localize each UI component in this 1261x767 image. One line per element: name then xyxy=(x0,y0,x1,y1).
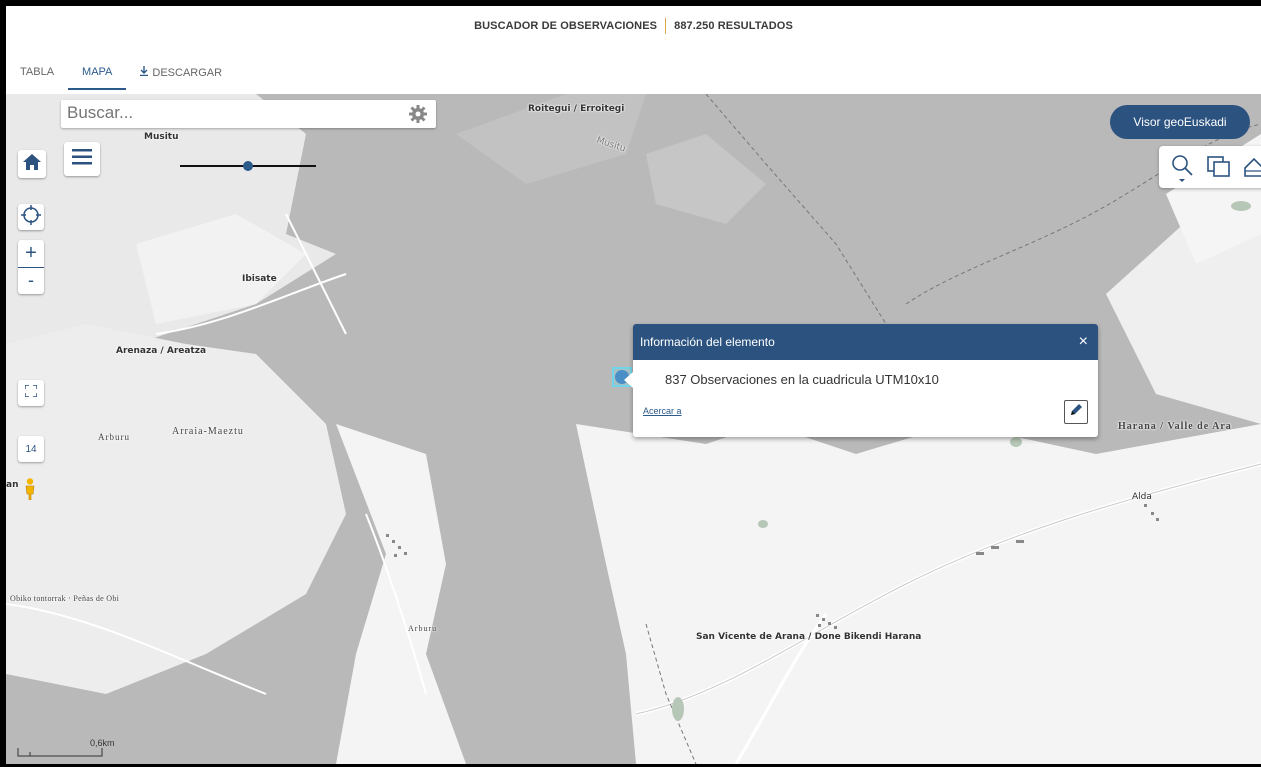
home-icon xyxy=(22,153,42,176)
app-window: BUSCADOR DE OBSERVACIONES 887.250 RESULT… xyxy=(6,6,1261,764)
slider-thumb[interactable] xyxy=(243,161,253,171)
fullscreen-button[interactable] xyxy=(18,380,44,406)
pencil-icon xyxy=(1069,403,1083,422)
visor-geoeuskadi-button[interactable]: Visor geoEuskadi xyxy=(1110,105,1250,139)
map-search-box xyxy=(61,100,436,128)
map-tools-bar xyxy=(1159,146,1261,188)
map-canvas[interactable]: Musitu Roitegui / Erroitegi Musitu Ibisa… xyxy=(6,94,1261,764)
map-label-arenaza: Arenaza / Areatza xyxy=(116,346,207,356)
popup-header: Información del elemento × xyxy=(633,324,1098,360)
layers-menu-button[interactable] xyxy=(64,142,100,176)
results-count: 887.250 RESULTADOS xyxy=(674,20,793,32)
map-label-alda: Alda xyxy=(1132,492,1152,502)
map-scale: 0,6km xyxy=(16,738,115,760)
map-label-roitegui: Roitegui / Erroitegi xyxy=(528,104,625,114)
layers-compare-icon[interactable] xyxy=(1207,156,1231,183)
tab-descargar[interactable]: DESCARGAR xyxy=(126,58,236,89)
zoom-control: + - xyxy=(18,240,44,294)
opacity-slider[interactable] xyxy=(180,161,316,171)
map-label-arburu-west: Arburu xyxy=(98,432,130,442)
home-button[interactable] xyxy=(18,150,46,178)
scale-label: 0,6km xyxy=(90,738,115,748)
map-label-musitu: Musitu xyxy=(144,132,179,142)
zoom-to-link[interactable]: Acercar a xyxy=(643,406,682,416)
gear-icon[interactable] xyxy=(408,104,428,124)
search-input[interactable] xyxy=(61,100,387,126)
zoom-out-button[interactable]: - xyxy=(18,268,44,294)
download-icon xyxy=(140,66,149,79)
map-label-obiko: Obiko tontorrak · Peñas de Obi xyxy=(10,594,120,603)
page-title: BUSCADOR DE OBSERVACIONES xyxy=(474,20,658,32)
map-label-san-vicente: San Vicente de Arana / Done Bikendi Hara… xyxy=(696,632,922,642)
tab-tabla[interactable]: TABLA xyxy=(6,58,68,88)
tab-tabla-label: TABLA xyxy=(20,66,55,78)
crosshair-icon xyxy=(21,204,41,230)
hamburger-icon xyxy=(72,148,92,170)
popup-title: Información del elemento xyxy=(640,335,775,349)
street-view-pegman-icon[interactable] xyxy=(24,478,36,501)
map-label-ibisate: Ibisate xyxy=(242,274,277,284)
zoom-level-badge: 14 xyxy=(18,436,44,462)
zoom-in-button[interactable]: + xyxy=(18,241,44,268)
view-tabs: TABLA MAPA DESCARGAR xyxy=(6,58,1261,94)
measure-icon[interactable] xyxy=(1243,156,1261,183)
fullscreen-icon xyxy=(24,384,38,402)
edit-button[interactable] xyxy=(1064,400,1088,424)
map-label-harana: Harana / Valle de Ara xyxy=(1118,421,1232,432)
popup-text: 837 Observaciones en la cuadricula UTM10… xyxy=(665,372,939,387)
tab-mapa-label: MAPA xyxy=(82,66,113,78)
feature-info-popup: Información del elemento × 837 Observaci… xyxy=(624,324,1098,437)
locate-button[interactable] xyxy=(18,204,44,230)
map-label-arburu-south: Arburu xyxy=(408,624,438,633)
header-divider xyxy=(665,18,667,34)
search-icon[interactable] xyxy=(1171,154,1195,187)
popup-pointer xyxy=(624,372,633,388)
close-icon[interactable]: × xyxy=(1079,333,1088,351)
page-header: BUSCADOR DE OBSERVACIONES 887.250 RESULT… xyxy=(6,6,1261,46)
map-label-an: an xyxy=(6,480,19,490)
tab-mapa[interactable]: MAPA xyxy=(68,58,127,90)
tab-descargar-label: DESCARGAR xyxy=(152,67,223,79)
map-label-arraia-maeztu: Arraia-Maeztu xyxy=(172,426,244,437)
